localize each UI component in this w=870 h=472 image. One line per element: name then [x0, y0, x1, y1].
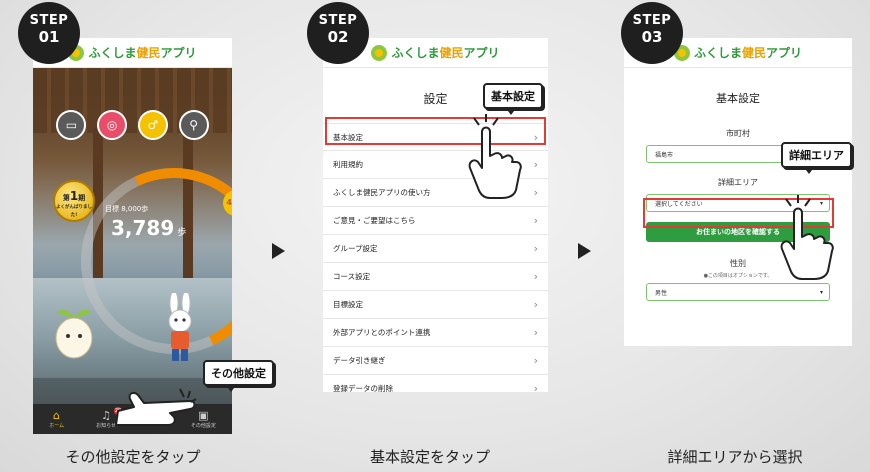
step-badge-02: STEP 02	[307, 2, 369, 64]
more-icon: ▣	[198, 408, 209, 422]
chevron-right-icon: ›	[533, 298, 538, 311]
steps-goal-label: 目標 8,000歩	[105, 205, 149, 213]
app-logo-icon	[371, 44, 388, 61]
shortcut-card[interactable]: ▭	[56, 110, 87, 140]
arrow-next-1	[272, 243, 285, 259]
nav-home[interactable]: ⌂ ホーム	[49, 408, 64, 429]
chevron-right-icon: ›	[533, 326, 538, 339]
step-badge-03: STEP 03	[621, 2, 683, 64]
chevron-right-icon: ›	[533, 158, 538, 171]
tap-hand-icon	[780, 195, 834, 280]
shortcut-points[interactable]: ◎	[97, 110, 128, 140]
bike-icon: ⚲	[178, 110, 209, 140]
steps-count: 3,789 歩	[111, 216, 187, 240]
top-shortcut-icons: ▭ ◎ ♂ ⚲	[33, 110, 232, 140]
chevron-right-icon: ›	[533, 214, 538, 227]
chevron-right-icon: ›	[533, 270, 538, 283]
step-number: 02	[327, 28, 349, 46]
menu-item-course-settings[interactable]: コース設定 ›	[323, 263, 548, 291]
menu-item-data-transfer[interactable]: データ引き継ぎ ›	[323, 347, 548, 375]
caption-step-02: 基本設定をタップ	[369, 448, 490, 466]
walk-icon: ♂	[137, 110, 168, 140]
phone-screen-basic-settings: ふくしま健民アプリ 基本設定 市町村 福島市 詳細エリア 選択してください ▾ お…	[624, 38, 852, 346]
step-number: 03	[641, 28, 663, 46]
app-name: ふくしま健民アプリ	[693, 46, 803, 60]
step-word: STEP	[318, 13, 358, 28]
arrow-next-2	[578, 243, 591, 259]
gender-select[interactable]: 男性 ▾	[646, 283, 830, 301]
home-icon: ⌂	[53, 408, 61, 422]
app-name: ふくしま健民アプリ	[391, 46, 500, 60]
menu-item-delete-data[interactable]: 登録データの削除 ›	[323, 375, 548, 392]
step-badge-01: STEP 01	[18, 2, 80, 64]
mascot-rabbit	[168, 293, 192, 361]
card-icon: ▭	[56, 110, 87, 140]
city-label: 市町村	[726, 129, 750, 138]
chevron-down-icon: ▾	[819, 288, 823, 296]
step-number: 01	[38, 28, 60, 46]
coin-icon: ◎	[97, 110, 128, 140]
chevron-right-icon: ›	[533, 382, 538, 392]
shortcut-walking[interactable]: ♂	[137, 110, 168, 140]
mascot-sprout	[55, 309, 93, 359]
callout-more-settings: その他設定	[203, 360, 274, 392]
callout-detail-area: 詳細エリア	[781, 142, 852, 174]
basic-settings-title: 基本設定	[716, 92, 760, 105]
step-word: STEP	[29, 13, 69, 28]
chevron-right-icon: ›	[533, 242, 538, 255]
menu-item-feedback[interactable]: ご意見・ご要望はこちら ›	[323, 207, 548, 235]
caption-step-03: 詳細エリアから選択	[667, 448, 803, 466]
chevron-right-icon: ›	[533, 186, 538, 199]
menu-item-external-points[interactable]: 外部アプリとのポイント連携 ›	[323, 319, 548, 347]
caption-step-01: その他設定をタップ	[65, 448, 201, 466]
shortcut-cycling[interactable]: ⚲	[178, 110, 209, 140]
period-medal: 第1期 よくがんばりました!	[53, 180, 95, 222]
tap-hand-icon	[115, 388, 197, 426]
chevron-right-icon: ›	[533, 354, 538, 367]
detail-area-label: 詳細エリア	[718, 178, 758, 187]
app-name: ふくしま健民アプリ	[88, 46, 197, 60]
menu-item-group-settings[interactable]: グループ設定 ›	[323, 235, 548, 263]
tap-hand-icon	[468, 114, 522, 199]
step-word: STEP	[632, 13, 672, 28]
menu-item-goal-settings[interactable]: 目標設定 ›	[323, 291, 548, 319]
callout-basic-settings: 基本設定	[483, 83, 543, 115]
